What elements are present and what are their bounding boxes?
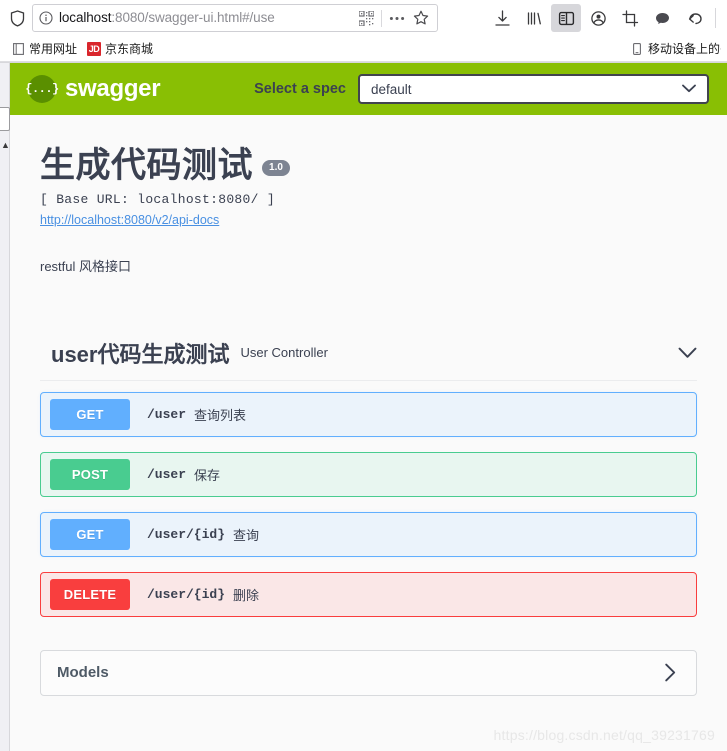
operation-row[interactable]: DELETE /user/{id} 删除 (40, 571, 697, 617)
sidebar-toggle-icon[interactable] (551, 4, 581, 32)
swagger-braces-icon: {...} (25, 75, 59, 103)
info-circle-icon[interactable] (33, 5, 59, 31)
bookmark-label: 移动设备上的书签 (648, 42, 721, 56)
tag-subtitle: User Controller (240, 345, 328, 360)
swagger-logo[interactable]: {...} swagger (25, 75, 161, 103)
chevron-down-icon[interactable] (677, 343, 697, 363)
operation-summary: 保存 (194, 467, 221, 483)
browser-sidebar-strip[interactable]: ▲ (0, 63, 10, 751)
api-docs-link[interactable]: http://localhost:8080/v2/api-docs (40, 213, 219, 227)
operation-summary: 删除 (233, 587, 260, 603)
operation-path: /user/{id} (147, 586, 226, 602)
chevron-down-icon (682, 80, 696, 98)
spec-select-dropdown[interactable]: default (358, 74, 709, 104)
http-method-badge: POST (50, 458, 130, 490)
chevron-right-icon[interactable] (660, 663, 680, 683)
chat-bubble-icon[interactable] (647, 4, 677, 32)
http-method-badge: GET (50, 398, 130, 430)
screenshot-crop-icon[interactable] (615, 4, 645, 32)
url-text[interactable]: localhost:8080/swagger-ui.html#/use (59, 5, 354, 31)
mobile-device-icon (630, 42, 644, 56)
urlbar-separator (381, 9, 382, 27)
ellipsis-icon[interactable] (385, 6, 409, 30)
jd-badge-text: JD (87, 41, 102, 56)
operation-path: /user (147, 406, 187, 422)
operation-summary: 查询 (233, 527, 260, 543)
swagger-content: 生成代码测试 1.0 [ Base URL: localhost:8080/ ]… (10, 115, 727, 696)
bookmark-label: 常用网址 (29, 42, 78, 56)
operation-row[interactable]: GET /user/{id} 查询 (40, 511, 697, 557)
operation-summary: 查询列表 (194, 407, 247, 423)
swagger-logo-text: swagger (65, 75, 161, 102)
select-spec-label: Select a spec (254, 81, 346, 97)
page-title: 生成代码测试 (40, 146, 254, 185)
models-section: Models (40, 649, 697, 696)
tag-title: user代码生成测试 (51, 341, 230, 367)
jd-badge-icon: JD (87, 41, 102, 56)
operation-path: /user (147, 466, 187, 482)
bookmark-item-jingdong[interactable]: JD 京东商城 (82, 38, 158, 59)
url-host: localhost (59, 10, 112, 25)
download-icon[interactable] (487, 4, 517, 32)
bookmarks-bar: 常用网址 JD 京东商城 移动设备上的书签 (0, 36, 727, 62)
api-title-row: 生成代码测试 1.0 (40, 146, 697, 186)
http-method-badge: GET (50, 518, 130, 550)
shield-icon[interactable] (6, 7, 28, 29)
account-icon[interactable] (583, 4, 613, 32)
address-bar[interactable]: localhost:8080/swagger-ui.html#/use (32, 4, 438, 32)
base-url-text: [ Base URL: localhost:8080/ ] (40, 191, 275, 207)
operation-row[interactable]: GET /user 查询列表 (40, 391, 697, 437)
browser-navigation-bar: localhost:8080/swagger-ui.html#/use (0, 0, 727, 36)
tag-header[interactable]: user代码生成测试 User Controller (40, 337, 697, 381)
qr-code-icon[interactable] (354, 6, 378, 30)
sidebar-collapse-caret-icon[interactable]: ▲ (1, 141, 10, 150)
browser-chrome: localhost:8080/swagger-ui.html#/use 常用网址… (0, 0, 727, 63)
version-badge: 1.0 (262, 160, 290, 177)
folder-icon (11, 42, 25, 56)
operation-row[interactable]: POST /user 保存 (40, 451, 697, 497)
watermark-text: https://blog.csdn.net/qq_39231769 (493, 727, 715, 743)
undo-arrow-icon[interactable] (679, 4, 709, 32)
library-icon[interactable] (519, 4, 549, 32)
operations-list: GET /user 查询列表 POST /user 保存 GET /user/{… (40, 381, 697, 617)
swagger-ui-page: {...} swagger Select a spec default 生成代码… (10, 63, 727, 751)
http-method-badge: DELETE (50, 578, 130, 610)
sidebar-panel-handle[interactable] (0, 107, 10, 131)
bookmark-label: 京东商城 (105, 42, 154, 56)
models-title: Models (57, 664, 109, 681)
toolbar-separator (715, 8, 716, 28)
bookmark-item-changyongwangzhi[interactable]: 常用网址 (6, 38, 82, 59)
api-description: restful 风格接口 (40, 258, 132, 274)
browser-viewport: ▲ {...} swagger Select a spec default 生成… (0, 63, 727, 751)
models-header[interactable]: Models (40, 649, 697, 696)
bookmark-item-mobile-bookmarks[interactable]: 移动设备上的书签 (625, 38, 721, 59)
tag-section-user: user代码生成测试 User Controller GET /user 查询列… (40, 337, 697, 617)
operation-path: /user/{id} (147, 526, 226, 542)
url-path: :8080/swagger-ui.html#/use (111, 10, 275, 25)
star-icon[interactable] (409, 6, 433, 30)
swagger-topbar: {...} swagger Select a spec default (10, 63, 727, 115)
spec-select-value: default (371, 81, 412, 97)
